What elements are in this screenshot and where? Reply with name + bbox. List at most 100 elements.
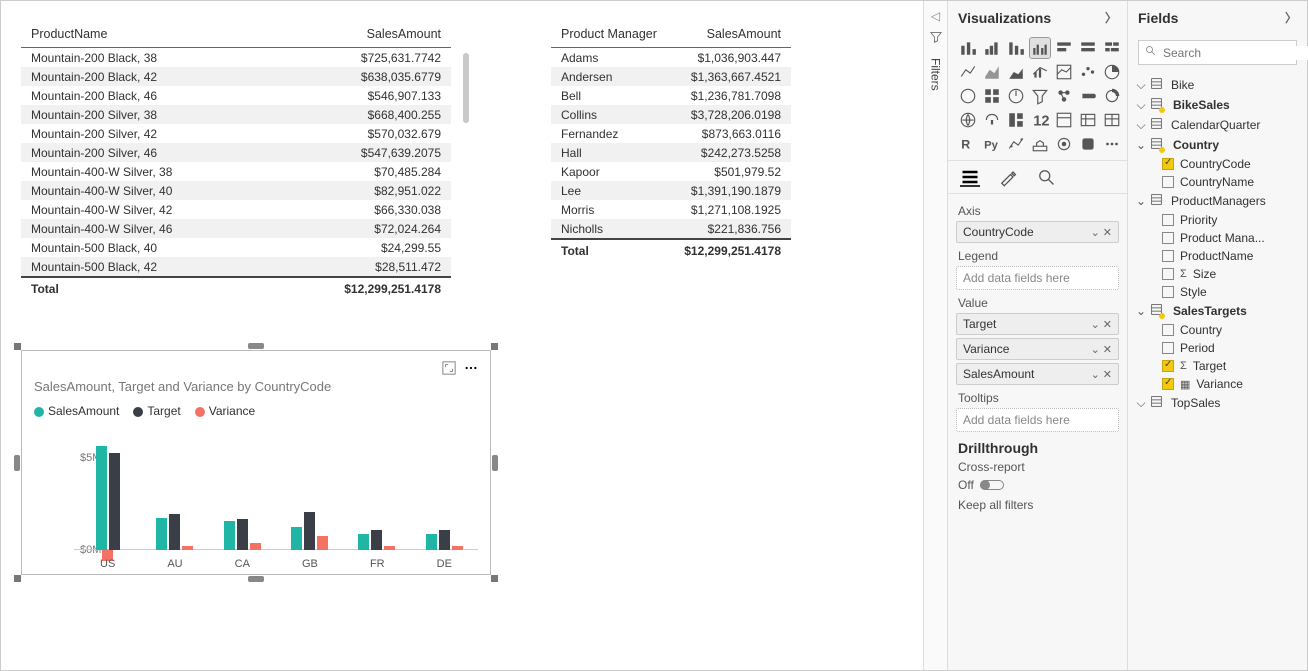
table-row[interactable]: Mountain-200 Black, 46$546,907.133 [21,86,451,105]
table-row[interactable]: Mountain-200 Silver, 38$668,400.255 [21,105,451,124]
viz-type-icon[interactable] [1054,134,1074,154]
table-node[interactable]: ⌵Bike [1134,75,1301,95]
tooltips-well[interactable]: Add data fields here [956,408,1119,432]
viz-type-icon[interactable] [1030,38,1050,58]
table-node[interactable]: ⌵CalendarQuarter [1134,115,1301,135]
viz-type-icon[interactable]: 12 [1030,110,1050,130]
table-row[interactable]: Mountain-200 Black, 38$725,631.7742 [21,48,451,68]
field-item[interactable]: Priority [1134,211,1301,229]
field-checkbox[interactable] [1162,158,1174,170]
value-field-chip[interactable]: Variance⌄✕ [956,338,1119,360]
field-item[interactable]: Product Mana... [1134,229,1301,247]
table-row[interactable]: Mountain-400-W Silver, 42$66,330.038 [21,200,451,219]
field-checkbox[interactable] [1162,324,1174,336]
table-row[interactable]: Kapoor$501,979.52 [551,162,791,181]
focus-mode-icon[interactable] [442,361,456,375]
viz-type-icon[interactable] [1102,38,1122,58]
viz-type-icon[interactable]: Py [982,134,1002,154]
field-item[interactable]: ▦Variance [1134,375,1301,393]
viz-type-icon[interactable] [958,62,978,82]
viz-type-icon[interactable] [1054,38,1074,58]
viz-type-icon[interactable] [982,38,1002,58]
table-node[interactable]: ⌄ProductManagers [1134,191,1301,211]
viz-type-icon[interactable] [1102,110,1122,130]
report-canvas[interactable]: ProductName SalesAmount Mountain-200 Bla… [1,1,923,670]
viz-type-icon[interactable] [1078,110,1098,130]
table-row[interactable]: Mountain-400-W Silver, 38$70,485.284 [21,162,451,181]
table-node[interactable]: ⌵BikeSales [1134,95,1301,115]
fields-search[interactable] [1138,40,1297,65]
table-row[interactable]: Andersen$1,363,667.4521 [551,67,791,86]
table-row[interactable]: Mountain-200 Silver, 42$570,032.679 [21,124,451,143]
filters-pane-collapsed[interactable]: ◁ Filters [923,1,947,670]
fields-tab-icon[interactable] [960,167,980,187]
table-row[interactable]: Mountain-500 Black, 40$24,299.55 [21,238,451,257]
bar[interactable] [291,527,302,550]
product-sales-table[interactable]: ProductName SalesAmount Mountain-200 Bla… [21,21,451,300]
field-checkbox[interactable] [1162,176,1174,188]
viz-type-icon[interactable] [1078,62,1098,82]
table-row[interactable]: Mountain-200 Black, 42$638,035.6779 [21,67,451,86]
viz-type-icon[interactable] [1054,62,1074,82]
table-row[interactable]: Lee$1,391,190.1879 [551,181,791,200]
manager-sales-table[interactable]: Product Manager SalesAmount Adams$1,036,… [511,21,791,300]
viz-type-icon[interactable] [958,110,978,130]
bar[interactable] [156,518,167,550]
table-node[interactable]: ⌄SalesTargets [1134,301,1301,321]
table-node[interactable]: ⌵TopSales [1134,393,1301,413]
field-item[interactable]: Style [1134,283,1301,301]
viz-type-icon[interactable] [1006,134,1026,154]
value-field-chip[interactable]: SalesAmount⌄✕ [956,363,1119,385]
field-item[interactable]: ΣTarget [1134,357,1301,375]
bar[interactable] [371,530,382,550]
viz-type-icon[interactable] [1102,62,1122,82]
field-checkbox[interactable] [1162,378,1174,390]
field-item[interactable]: CountryCode [1134,155,1301,173]
bar[interactable] [452,546,463,550]
bar[interactable] [439,530,450,550]
viz-type-icon[interactable]: R [958,134,978,154]
table-row[interactable]: Bell$1,236,781.7098 [551,86,791,105]
more-options-icon[interactable] [464,361,478,375]
viz-type-icon[interactable] [1078,134,1098,154]
table-row[interactable]: Nicholls$221,836.756 [551,219,791,239]
table-row[interactable]: Adams$1,036,903.447 [551,48,791,68]
col-product-manager[interactable]: Product Manager [551,21,671,48]
field-checkbox[interactable] [1162,360,1174,372]
viz-type-icon[interactable] [1006,38,1026,58]
collapse-pane-icon[interactable]: 〉 [1105,9,1117,26]
legend-well[interactable]: Add data fields here [956,266,1119,290]
bar[interactable] [426,534,437,550]
field-checkbox[interactable] [1162,286,1174,298]
table-row[interactable]: Mountain-200 Silver, 46$547,639.2075 [21,143,451,162]
search-input[interactable] [1163,46,1308,60]
col-productname[interactable]: ProductName [21,21,271,48]
bar[interactable] [109,453,120,550]
table-row[interactable]: Collins$3,728,206.0198 [551,105,791,124]
field-item[interactable]: Period [1134,339,1301,357]
table-row[interactable]: Hall$242,273.5258 [551,143,791,162]
viz-type-icon[interactable] [1030,86,1050,106]
cross-report-toggle[interactable]: Off [958,478,1117,492]
bar[interactable] [169,514,180,550]
table-row[interactable]: Fernandez$873,663.0116 [551,124,791,143]
viz-type-icon[interactable] [982,62,1002,82]
field-checkbox[interactable] [1162,214,1174,226]
bar[interactable] [250,543,261,550]
viz-type-icon[interactable] [1102,86,1122,106]
viz-type-icon[interactable] [1078,86,1098,106]
visualization-picker[interactable]: 12 RPy [948,34,1127,160]
clustered-column-chart[interactable]: SalesAmount, Target and Variance by Coun… [21,350,491,575]
viz-type-icon[interactable] [1006,110,1026,130]
col-salesamount[interactable]: SalesAmount [271,21,451,48]
bar[interactable] [384,546,395,550]
bar[interactable] [358,534,369,550]
field-checkbox[interactable] [1162,250,1174,262]
field-checkbox[interactable] [1162,268,1174,280]
viz-type-icon[interactable] [1030,62,1050,82]
viz-type-icon[interactable] [982,86,1002,106]
viz-type-icon[interactable] [958,38,978,58]
field-checkbox[interactable] [1162,342,1174,354]
table-row[interactable]: Morris$1,271,108.1925 [551,200,791,219]
viz-type-icon[interactable] [1054,110,1074,130]
